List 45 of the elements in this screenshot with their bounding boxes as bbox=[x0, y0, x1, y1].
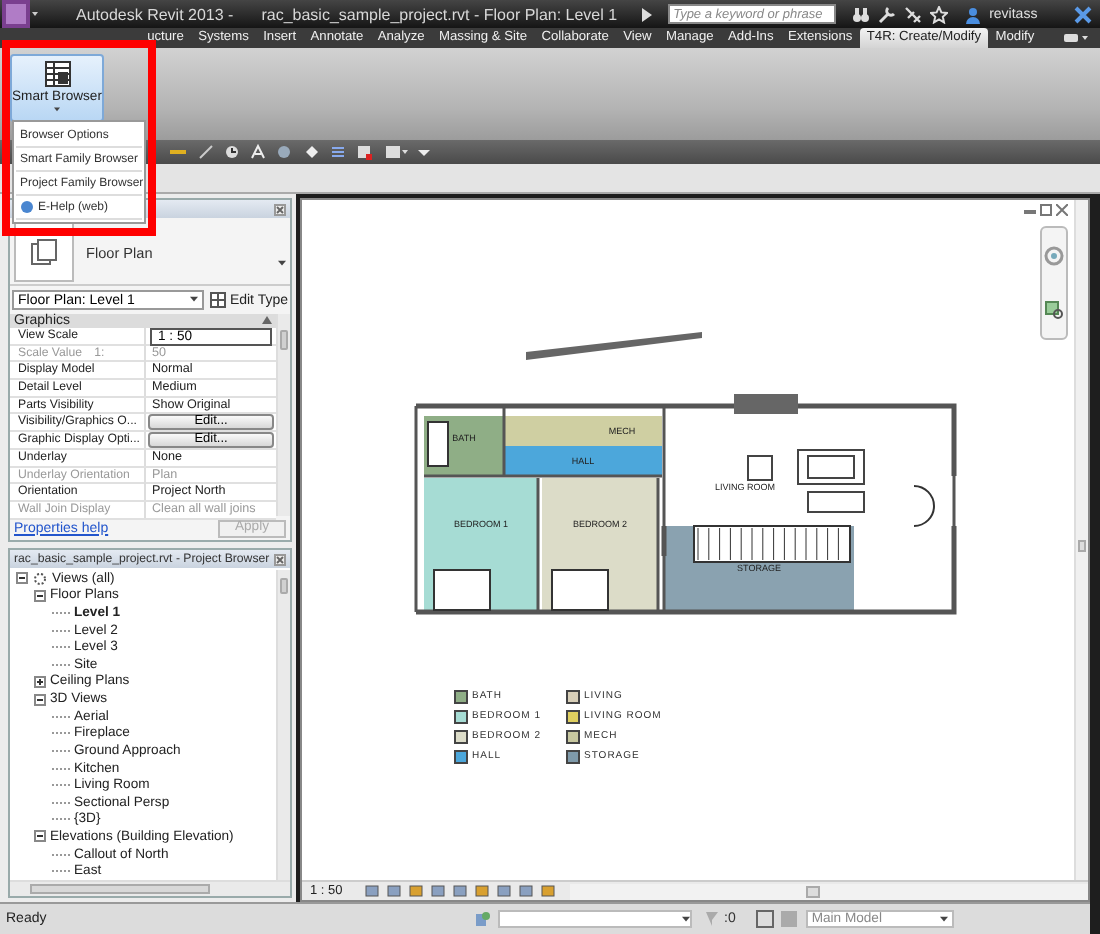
binoculars-icon[interactable] bbox=[851, 5, 870, 23]
dropdown-icon[interactable] bbox=[418, 144, 430, 160]
user-icon[interactable] bbox=[963, 5, 982, 23]
views-icon bbox=[32, 571, 48, 586]
panel-toggle-icon[interactable] bbox=[1061, 28, 1090, 48]
switch-window-icon[interactable] bbox=[384, 144, 408, 160]
caret-icon bbox=[278, 260, 286, 268]
collapse-icon[interactable] bbox=[34, 693, 46, 706]
workset-field[interactable] bbox=[498, 910, 692, 928]
scrollbar[interactable] bbox=[276, 314, 290, 516]
caret-icon bbox=[54, 106, 60, 114]
dimension-icon[interactable] bbox=[168, 144, 188, 160]
steering-wheel-icon[interactable] bbox=[1044, 245, 1064, 266]
document-title: rac_basic_sample_project.rvt - Floor Plan: Level 1 bbox=[261, 5, 618, 23]
expand-icon[interactable] bbox=[34, 675, 46, 688]
wrench-icon[interactable] bbox=[877, 5, 896, 23]
text-icon[interactable] bbox=[250, 144, 266, 160]
star-icon[interactable] bbox=[929, 5, 948, 23]
zoom-icon[interactable] bbox=[1044, 300, 1064, 321]
scrollbar[interactable] bbox=[10, 880, 290, 896]
caret-icon bbox=[189, 296, 198, 304]
app-logo-icon[interactable] bbox=[0, 0, 40, 28]
edit-type-icon bbox=[209, 292, 226, 308]
collapse-icon[interactable] bbox=[16, 572, 28, 585]
line-icon[interactable] bbox=[198, 144, 214, 160]
scrollbar[interactable] bbox=[276, 570, 290, 880]
scrollbar[interactable] bbox=[570, 883, 1088, 899]
restore-view-icon[interactable] bbox=[1040, 204, 1052, 216]
caret-icon bbox=[682, 915, 690, 923]
browser-icon bbox=[43, 60, 71, 88]
stack-icon[interactable] bbox=[330, 144, 346, 160]
app-title: Autodesk Revit 2013 - bbox=[76, 5, 234, 23]
help-icon bbox=[20, 200, 34, 214]
caret-icon bbox=[939, 915, 948, 923]
scrollbar[interactable] bbox=[1074, 200, 1088, 880]
minimize-view-icon[interactable] bbox=[1024, 204, 1036, 216]
diamond-icon[interactable] bbox=[304, 144, 320, 160]
collapse-icon[interactable] bbox=[34, 830, 46, 843]
clock-icon[interactable] bbox=[224, 144, 240, 160]
close-icon[interactable] bbox=[274, 203, 286, 215]
close-view-icon[interactable] bbox=[1056, 204, 1068, 216]
design-options-icon[interactable] bbox=[755, 910, 774, 928]
close-icon[interactable] bbox=[274, 553, 286, 565]
expand-arrow-icon[interactable] bbox=[637, 5, 656, 23]
collapse-icon[interactable] bbox=[34, 589, 46, 602]
